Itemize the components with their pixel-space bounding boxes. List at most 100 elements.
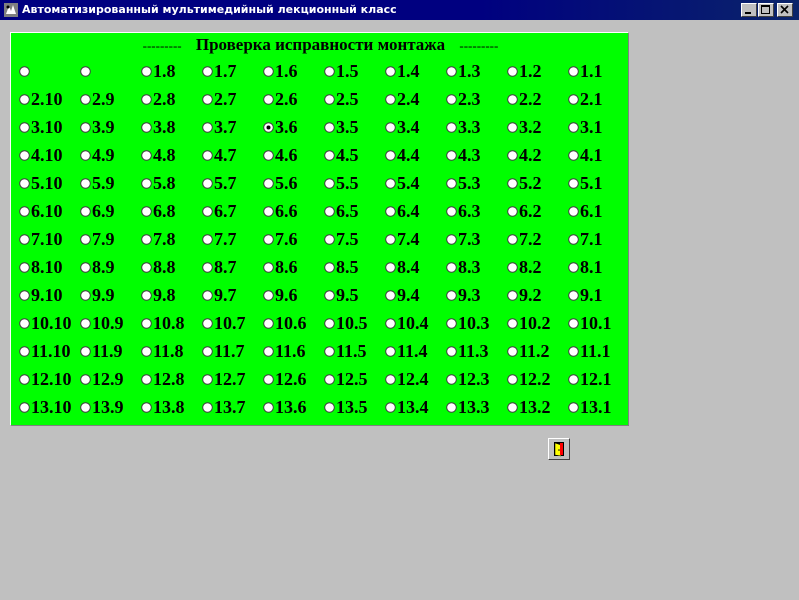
radio-unchecked-icon[interactable] — [507, 374, 518, 385]
radio-unchecked-icon[interactable] — [568, 178, 579, 189]
radio-unchecked-icon[interactable] — [385, 206, 396, 217]
radio-unchecked-icon[interactable] — [80, 346, 91, 357]
radio-unchecked-icon[interactable] — [507, 206, 518, 217]
radio-unchecked-icon[interactable] — [507, 94, 518, 105]
radio-unchecked-icon[interactable] — [141, 318, 152, 329]
radio-unchecked-icon[interactable] — [19, 374, 30, 385]
radio-unchecked-icon[interactable] — [324, 262, 335, 273]
radio-unchecked-icon[interactable] — [263, 318, 274, 329]
radio-unchecked-icon[interactable] — [19, 94, 30, 105]
radio-unchecked-icon[interactable] — [324, 374, 335, 385]
radio-unchecked-icon[interactable] — [19, 402, 30, 413]
radio-unchecked-icon[interactable] — [324, 290, 335, 301]
radio-unchecked-icon[interactable] — [263, 290, 274, 301]
radio-unchecked-icon[interactable] — [324, 178, 335, 189]
radio-unchecked-icon[interactable] — [568, 234, 579, 245]
radio-unchecked-icon[interactable] — [80, 374, 91, 385]
radio-unchecked-icon[interactable] — [263, 262, 274, 273]
radio-unchecked-icon[interactable] — [19, 178, 30, 189]
radio-unchecked-icon[interactable] — [385, 94, 396, 105]
radio-unchecked-icon[interactable] — [324, 66, 335, 77]
radio-unchecked-icon[interactable] — [507, 150, 518, 161]
radio-unchecked-icon[interactable] — [202, 150, 213, 161]
radio-unchecked-icon[interactable] — [263, 234, 274, 245]
radio-unchecked-icon[interactable] — [446, 234, 457, 245]
radio-unchecked-icon[interactable] — [19, 234, 30, 245]
radio-unchecked-icon[interactable] — [202, 374, 213, 385]
radio-unchecked-icon[interactable] — [568, 122, 579, 133]
radio-unchecked-icon[interactable] — [568, 346, 579, 357]
radio-unchecked-icon[interactable] — [19, 66, 30, 77]
radio-unchecked-icon[interactable] — [80, 234, 91, 245]
radio-unchecked-icon[interactable] — [202, 66, 213, 77]
radio-unchecked-icon[interactable] — [568, 206, 579, 217]
radio-unchecked-icon[interactable] — [80, 94, 91, 105]
radio-unchecked-icon[interactable] — [507, 122, 518, 133]
radio-unchecked-icon[interactable] — [446, 66, 457, 77]
radio-unchecked-icon[interactable] — [80, 122, 91, 133]
radio-unchecked-icon[interactable] — [202, 318, 213, 329]
radio-unchecked-icon[interactable] — [19, 150, 30, 161]
maximize-button[interactable] — [758, 3, 774, 17]
radio-unchecked-icon[interactable] — [324, 94, 335, 105]
radio-unchecked-icon[interactable] — [507, 66, 518, 77]
radio-unchecked-icon[interactable] — [446, 402, 457, 413]
radio-unchecked-icon[interactable] — [507, 402, 518, 413]
radio-unchecked-icon[interactable] — [385, 150, 396, 161]
radio-unchecked-icon[interactable] — [507, 346, 518, 357]
radio-unchecked-icon[interactable] — [324, 402, 335, 413]
radio-unchecked-icon[interactable] — [202, 206, 213, 217]
radio-unchecked-icon[interactable] — [568, 66, 579, 77]
radio-unchecked-icon[interactable] — [385, 66, 396, 77]
radio-unchecked-icon[interactable] — [202, 402, 213, 413]
radio-unchecked-icon[interactable] — [80, 178, 91, 189]
radio-unchecked-icon[interactable] — [385, 318, 396, 329]
radio-unchecked-icon[interactable] — [385, 290, 396, 301]
radio-unchecked-icon[interactable] — [446, 318, 457, 329]
radio-unchecked-icon[interactable] — [80, 66, 91, 77]
radio-unchecked-icon[interactable] — [446, 346, 457, 357]
radio-unchecked-icon[interactable] — [202, 178, 213, 189]
radio-unchecked-icon[interactable] — [141, 66, 152, 77]
radio-unchecked-icon[interactable] — [385, 122, 396, 133]
app-icon[interactable] — [3, 2, 19, 18]
radio-unchecked-icon[interactable] — [507, 318, 518, 329]
radio-unchecked-icon[interactable] — [141, 402, 152, 413]
radio-unchecked-icon[interactable] — [507, 178, 518, 189]
radio-unchecked-icon[interactable] — [507, 290, 518, 301]
radio-unchecked-icon[interactable] — [385, 234, 396, 245]
radio-unchecked-icon[interactable] — [324, 122, 335, 133]
radio-unchecked-icon[interactable] — [202, 122, 213, 133]
radio-unchecked-icon[interactable] — [446, 94, 457, 105]
radio-unchecked-icon[interactable] — [385, 402, 396, 413]
radio-unchecked-icon[interactable] — [19, 346, 30, 357]
radio-unchecked-icon[interactable] — [324, 346, 335, 357]
radio-unchecked-icon[interactable] — [141, 262, 152, 273]
radio-unchecked-icon[interactable] — [202, 290, 213, 301]
radio-unchecked-icon[interactable] — [141, 346, 152, 357]
radio-unchecked-icon[interactable] — [263, 178, 274, 189]
radio-unchecked-icon[interactable] — [385, 346, 396, 357]
radio-unchecked-icon[interactable] — [19, 318, 30, 329]
radio-unchecked-icon[interactable] — [324, 318, 335, 329]
radio-unchecked-icon[interactable] — [568, 150, 579, 161]
radio-unchecked-icon[interactable] — [80, 402, 91, 413]
radio-unchecked-icon[interactable] — [446, 206, 457, 217]
radio-unchecked-icon[interactable] — [568, 402, 579, 413]
radio-unchecked-icon[interactable] — [19, 290, 30, 301]
radio-unchecked-icon[interactable] — [324, 206, 335, 217]
radio-unchecked-icon[interactable] — [263, 402, 274, 413]
radio-unchecked-icon[interactable] — [568, 318, 579, 329]
radio-unchecked-icon[interactable] — [385, 262, 396, 273]
radio-unchecked-icon[interactable] — [202, 346, 213, 357]
radio-unchecked-icon[interactable] — [568, 262, 579, 273]
radio-unchecked-icon[interactable] — [324, 150, 335, 161]
radio-unchecked-icon[interactable] — [446, 150, 457, 161]
radio-unchecked-icon[interactable] — [263, 346, 274, 357]
radio-unchecked-icon[interactable] — [507, 234, 518, 245]
radio-unchecked-icon[interactable] — [141, 234, 152, 245]
radio-unchecked-icon[interactable] — [202, 94, 213, 105]
radio-checked-icon[interactable] — [263, 122, 274, 133]
minimize-button[interactable] — [741, 3, 757, 17]
radio-unchecked-icon[interactable] — [263, 206, 274, 217]
